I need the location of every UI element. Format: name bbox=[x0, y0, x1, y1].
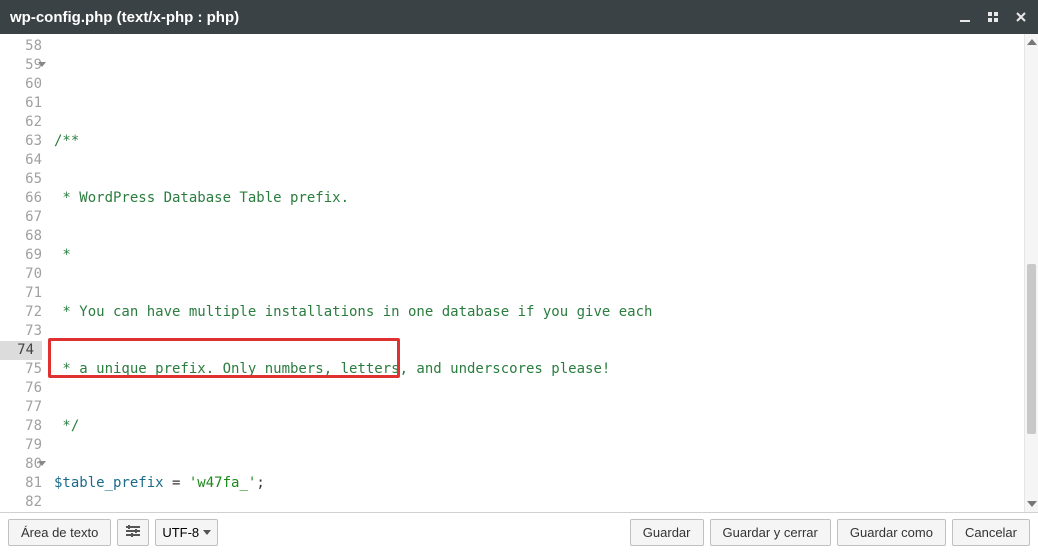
save-close-button[interactable]: Guardar y cerrar bbox=[710, 519, 831, 546]
comment: * bbox=[54, 247, 71, 263]
save-button[interactable]: Guardar bbox=[630, 519, 704, 546]
vertical-scrollbar[interactable] bbox=[1024, 34, 1038, 512]
gutter: 5859606162636465666768697071727374757677… bbox=[0, 34, 50, 512]
scroll-down-button[interactable] bbox=[1025, 496, 1038, 512]
bottombar: Área de texto UTF-8 Guardar Guardar y ce… bbox=[0, 512, 1038, 552]
maximize-button[interactable] bbox=[986, 10, 1000, 24]
comment: */ bbox=[54, 418, 79, 434]
comment: * a unique prefix. Only numbers, letters… bbox=[54, 361, 610, 377]
scroll-thumb[interactable] bbox=[1027, 264, 1036, 434]
scroll-up-button[interactable] bbox=[1025, 34, 1038, 50]
encoding-select[interactable]: UTF-8 bbox=[155, 519, 218, 546]
chevron-down-icon bbox=[203, 530, 211, 536]
variable: $table_prefix bbox=[54, 475, 164, 491]
textarea-mode-button[interactable]: Área de texto bbox=[8, 519, 111, 546]
encoding-value: UTF-8 bbox=[162, 525, 199, 540]
titlebar-title: wp-config.php (text/x-php : php) bbox=[10, 9, 958, 26]
save-as-button[interactable]: Guardar como bbox=[837, 519, 946, 546]
titlebar-controls bbox=[958, 10, 1028, 24]
comment: * WordPress Database Table prefix. bbox=[54, 190, 349, 206]
settings-button[interactable] bbox=[117, 519, 149, 546]
string: 'w47fa_' bbox=[189, 475, 256, 491]
cancel-button[interactable]: Cancelar bbox=[952, 519, 1030, 546]
comment: * You can have multiple installations in… bbox=[54, 304, 652, 320]
editor[interactable]: 5859606162636465666768697071727374757677… bbox=[0, 34, 1038, 512]
minimize-button[interactable] bbox=[958, 10, 972, 24]
code-area[interactable]: /** * WordPress Database Table prefix. *… bbox=[50, 34, 1038, 512]
titlebar: wp-config.php (text/x-php : php) bbox=[0, 0, 1038, 34]
close-button[interactable] bbox=[1014, 10, 1028, 24]
comment: /** bbox=[54, 133, 79, 149]
